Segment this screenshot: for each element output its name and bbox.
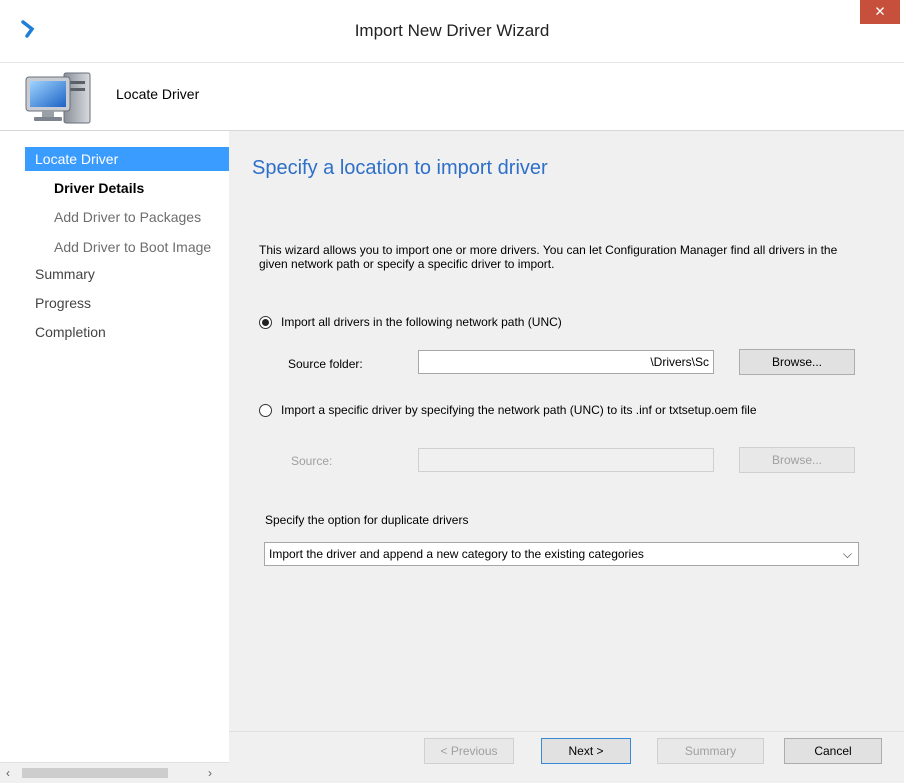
sidebar-item-label: Add Driver to Boot Image <box>54 239 212 255</box>
duplicate-drivers-label: Specify the option for duplicate drivers <box>265 513 469 527</box>
sidebar-item-label: Driver Details <box>54 180 145 196</box>
cancel-button[interactable]: Cancel <box>784 738 882 764</box>
source-folder-input[interactable]: \Drivers\Sc <box>418 350 714 374</box>
source-input[interactable] <box>418 448 714 472</box>
sidebar-item-progress[interactable]: Progress <box>35 291 91 315</box>
sidebar-item-completion[interactable]: Completion <box>35 320 106 344</box>
sidebar-item-locate-driver[interactable]: Locate Driver <box>25 147 229 171</box>
duplicate-drivers-select[interactable]: Import the driver and append a new categ… <box>264 542 859 566</box>
page-heading: Specify a location to import driver <box>252 157 548 179</box>
title-bar: Import New Driver Wizard ✕ <box>0 0 904 62</box>
option-import-specific[interactable]: Import a specific driver by specifying t… <box>259 403 757 417</box>
chevron-down-icon: ⌵ <box>842 547 852 561</box>
wizard-footer: < Previous Next > Summary Cancel <box>229 731 904 783</box>
import-all-label: Import all drivers in the following netw… <box>281 315 562 329</box>
close-icon: ✕ <box>874 4 886 19</box>
header-title: Locate Driver <box>116 86 200 102</box>
scroll-right-icon[interactable]: › <box>208 766 212 780</box>
import-all-radio[interactable] <box>259 315 272 329</box>
wizard-header: Locate Driver <box>0 62 904 130</box>
option-import-all[interactable]: Import all drivers in the following netw… <box>259 315 562 329</box>
source-label: Source: <box>291 454 333 468</box>
scrollbar-thumb[interactable] <box>22 768 168 778</box>
summary-button[interactable]: Summary <box>657 738 764 764</box>
sidebar-item-label: Completion <box>35 324 106 340</box>
close-button[interactable]: ✕ <box>860 0 900 24</box>
scroll-left-icon[interactable]: ‹ <box>6 766 10 780</box>
sidebar-item-driver-details[interactable]: Driver Details <box>54 176 144 200</box>
page-description: This wizard allows you to import one or … <box>259 243 838 271</box>
wizard-content: Specify a location to import driver This… <box>229 131 904 731</box>
sidebar-item-add-driver-to-packages[interactable]: Add Driver to Packages <box>54 205 201 229</box>
sidebar-item-label: Summary <box>35 266 95 282</box>
sidebar-horizontal-scrollbar[interactable]: ‹ › <box>0 762 229 783</box>
next-button[interactable]: Next > <box>541 738 631 764</box>
wizard-steps-sidebar: Locate Driver Driver Details Add Driver … <box>0 131 229 783</box>
import-specific-radio[interactable] <box>259 403 272 417</box>
import-specific-label: Import a specific driver by specifying t… <box>281 403 757 417</box>
browse-source-button[interactable]: Browse... <box>739 447 855 473</box>
computer-icon <box>25 72 91 124</box>
source-folder-label: Source folder: <box>288 357 363 371</box>
sidebar-item-label: Progress <box>35 295 92 311</box>
previous-button[interactable]: < Previous <box>424 738 514 764</box>
window-title: Import New Driver Wizard <box>354 21 550 40</box>
duplicate-drivers-selected: Import the driver and append a new categ… <box>269 547 644 561</box>
sidebar-item-label: Add Driver to Packages <box>54 209 202 225</box>
sidebar-item-add-driver-to-boot-image[interactable]: Add Driver to Boot Image <box>54 235 211 259</box>
browse-folder-button[interactable]: Browse... <box>739 349 855 375</box>
sidebar-item-label: Locate Driver <box>35 151 119 167</box>
sidebar-item-summary[interactable]: Summary <box>35 262 95 286</box>
